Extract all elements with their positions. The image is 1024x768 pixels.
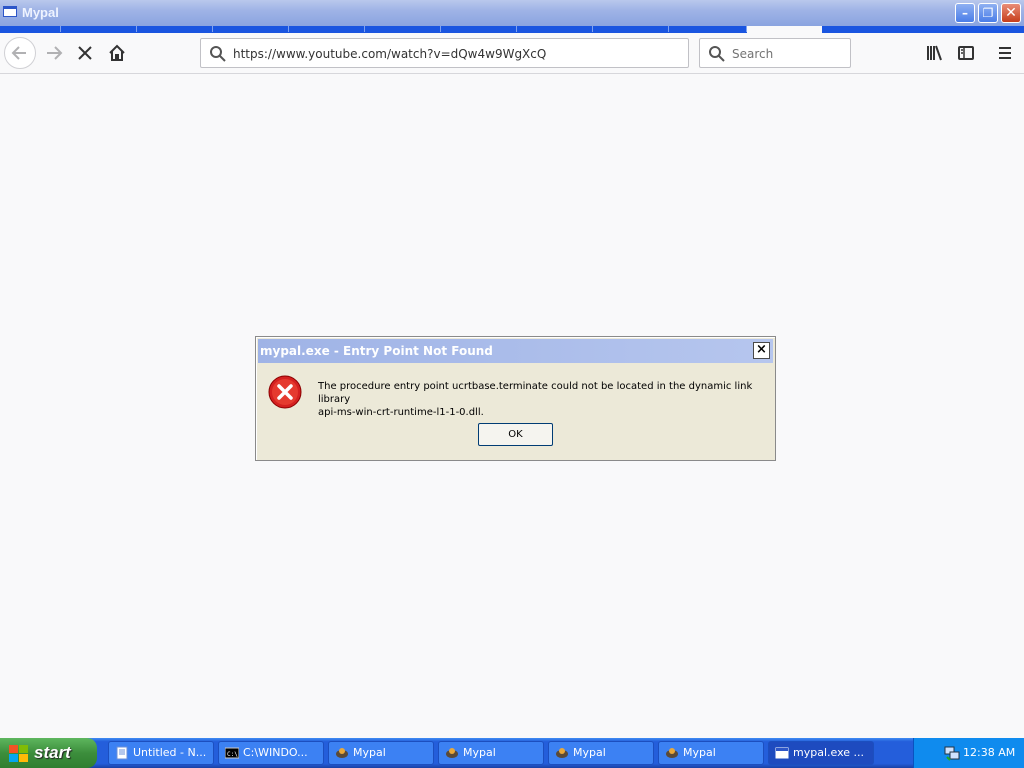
sidebar-button[interactable] [950, 37, 982, 69]
search-bar[interactable] [699, 38, 851, 69]
menu-button[interactable] [989, 37, 1021, 69]
restore-button[interactable]: ❐ [978, 3, 998, 23]
search-input[interactable] [730, 39, 849, 69]
mypal-icon [336, 748, 348, 758]
url-bar[interactable] [200, 38, 689, 69]
tab-strip [0, 26, 1024, 33]
mypal-icon [666, 748, 678, 758]
back-button[interactable] [4, 37, 36, 69]
forward-button[interactable] [38, 37, 70, 69]
start-button[interactable]: start [0, 738, 97, 768]
taskbar-item-label: C:\WINDO... [243, 746, 308, 759]
taskbar-item-notepad[interactable]: Untitled - N... [108, 741, 214, 765]
network-icon[interactable] [944, 745, 960, 761]
cmd-icon: C:\ [225, 747, 239, 759]
window-icon [3, 6, 17, 17]
error-icon [268, 375, 302, 409]
taskbar-item-label: Mypal [353, 746, 386, 759]
taskbar-item-mypal[interactable]: Mypal [438, 741, 544, 765]
window-title: Mypal [22, 5, 59, 20]
dialog-message-line: api-ms-win-crt-runtime-l1-1-0.dll. [318, 407, 484, 418]
home-button[interactable] [101, 37, 133, 69]
menu-icon [999, 47, 1011, 59]
window-titlebar[interactable]: Mypal – ❐ ✕ [0, 0, 1024, 26]
library-button[interactable] [918, 37, 950, 69]
taskbar-item-label: Untitled - N... [133, 746, 207, 759]
taskbar: start Untitled - N... C:\ C:\WINDO... My… [0, 738, 1024, 768]
taskbar-item-cmd[interactable]: C:\ C:\WINDO... [218, 741, 324, 765]
nav-toolbar [0, 33, 1024, 74]
tab-active[interactable] [747, 26, 822, 33]
taskbar-item-mypal[interactable]: Mypal [658, 741, 764, 765]
dialog-message: The procedure entry point ucrtbase.termi… [318, 380, 768, 419]
dialog-title: mypal.exe - Entry Point Not Found [260, 344, 493, 358]
taskbar-item-label: Mypal [573, 746, 606, 759]
windows-logo-icon [9, 745, 28, 762]
system-tray: 12:38 AM [913, 738, 1024, 768]
dialog-titlebar[interactable]: mypal.exe - Entry Point Not Found × [258, 339, 773, 363]
taskbar-item-label: Mypal [683, 746, 716, 759]
taskbar-item-mypal[interactable]: Mypal [328, 741, 434, 765]
start-label: start [34, 743, 71, 762]
stop-icon [78, 46, 92, 60]
taskbar-item-label: Mypal [463, 746, 496, 759]
sidebar-icon [958, 46, 974, 60]
svg-text:C:\: C:\ [227, 751, 238, 758]
ok-button[interactable]: OK [478, 423, 553, 446]
search-icon [709, 46, 725, 62]
taskbar-item-label: mypal.exe ... [793, 746, 865, 759]
stop-button[interactable] [69, 37, 101, 69]
mypal-icon [556, 748, 568, 758]
forward-icon [47, 46, 63, 60]
taskbar-item-mypal[interactable]: Mypal [548, 741, 654, 765]
taskbar-item-mypal-exe[interactable]: mypal.exe ... [768, 741, 874, 765]
window-icon [775, 747, 789, 759]
home-icon [109, 44, 125, 61]
clock[interactable]: 12:38 AM [963, 746, 1015, 759]
minimize-button[interactable]: – [955, 3, 975, 23]
dialog-message-line: The procedure entry point ucrtbase.termi… [318, 381, 753, 405]
dialog-close-button[interactable]: × [753, 342, 770, 359]
notepad-icon [116, 746, 128, 760]
mypal-icon [446, 748, 458, 758]
url-input[interactable] [231, 39, 685, 69]
library-icon [927, 45, 942, 61]
error-dialog: mypal.exe - Entry Point Not Found × The … [255, 336, 776, 461]
search-icon [210, 46, 226, 62]
back-icon [11, 46, 26, 60]
close-window-button[interactable]: ✕ [1001, 3, 1021, 23]
